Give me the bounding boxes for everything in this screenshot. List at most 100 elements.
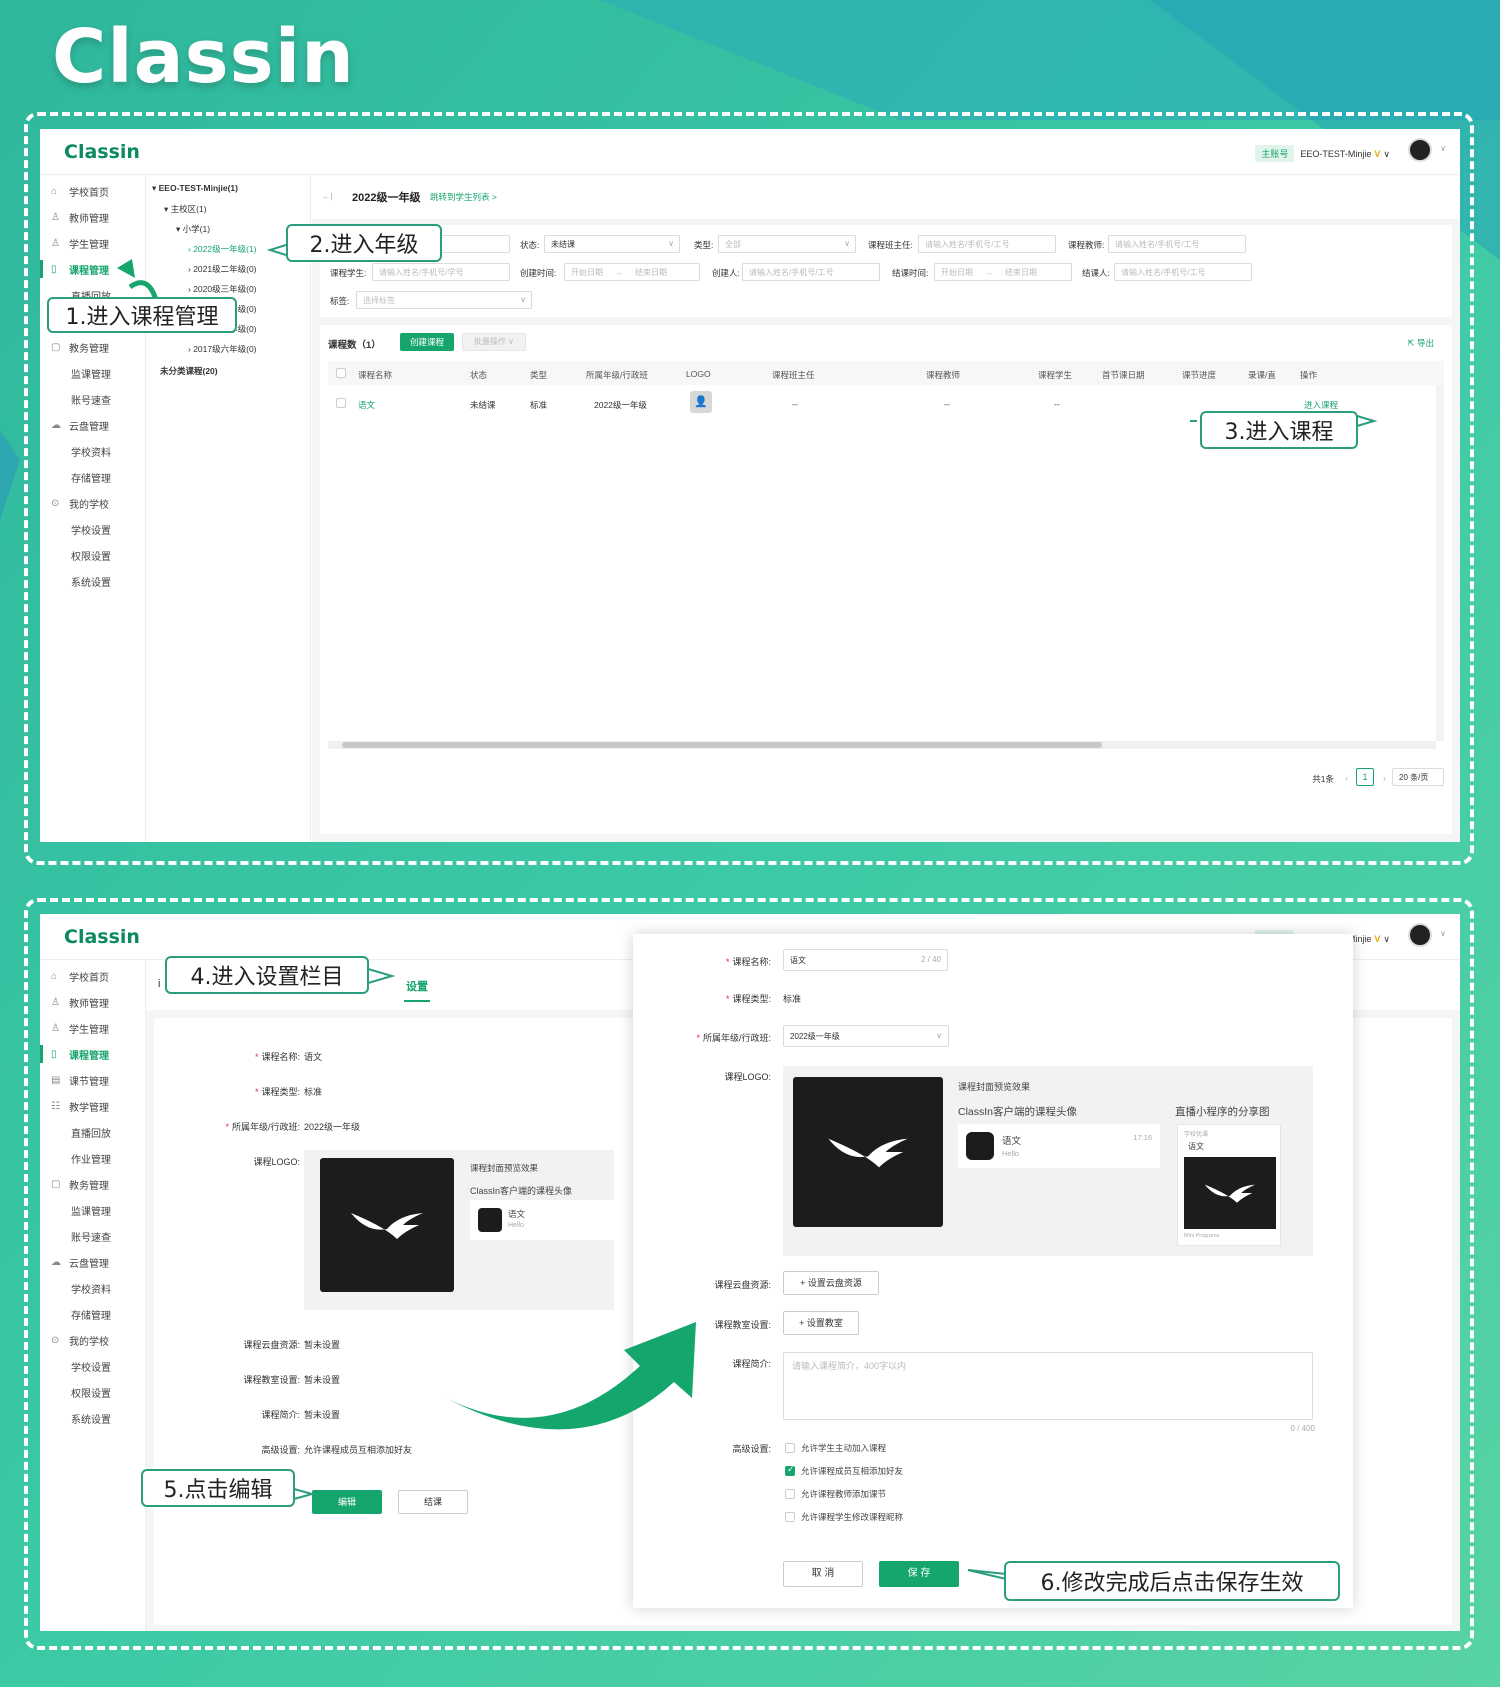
- sidebar-item[interactable]: 系统设置: [71, 1410, 111, 1426]
- sidebar-item[interactable]: 存储管理: [71, 469, 111, 485]
- sidebar-item[interactable]: ☷ 教学管理: [51, 1098, 109, 1114]
- student-list-link[interactable]: 跳转到学生列表 >: [430, 191, 497, 203]
- head-teacher-input[interactable]: 请输入姓名/手机号/工号: [918, 235, 1056, 253]
- sidebar-item[interactable]: ♙ 学生管理: [51, 235, 109, 251]
- tree-grade-2017[interactable]: › 2017级六年级(0): [188, 343, 257, 355]
- sidebar-item[interactable]: ♙ 教师管理: [51, 994, 109, 1010]
- sidebar-item[interactable]: 直播回放: [71, 1124, 111, 1140]
- sidebar-item[interactable]: 存储管理: [71, 1306, 111, 1322]
- mini-program-card: 学校优课 语文 Mini Programs: [1177, 1124, 1281, 1246]
- sidebar-item[interactable]: ♙ 学生管理: [51, 1020, 109, 1036]
- edit-intro-textarea[interactable]: 请输入课程简介，400字以内: [783, 1352, 1313, 1420]
- sidebar-item[interactable]: ⊙ 我的学校: [51, 1332, 109, 1348]
- create-course-button[interactable]: 创建课程: [400, 333, 454, 351]
- created-range[interactable]: 开始日期 → 结束日期: [564, 263, 700, 281]
- tab-prefix[interactable]: i: [158, 978, 160, 990]
- account-menu[interactable]: 主账号 EEO-TEST-MinjieV∨: [1255, 145, 1390, 162]
- sidebar-item[interactable]: ⌂ 学校首页: [51, 968, 109, 984]
- closer-input[interactable]: 请输入姓名/手机号/工号: [1114, 263, 1252, 281]
- batch-action-button[interactable]: 批量操作 ∨: [462, 333, 526, 351]
- sidebar-item-label: 权限设置: [71, 1388, 111, 1400]
- sidebar-item[interactable]: 学校设置: [71, 1358, 111, 1374]
- sidebar-item[interactable]: 系统设置: [71, 573, 111, 589]
- avatar[interactable]: [1408, 138, 1432, 162]
- sidebar-item[interactable]: 账号速查: [71, 1228, 111, 1244]
- edit-grade-select[interactable]: 2022级一年级 ∨: [783, 1025, 949, 1047]
- option-add-friends-checkbox[interactable]: ✓: [785, 1464, 795, 1476]
- tree-campus[interactable]: ▾ 主校区(1): [164, 203, 207, 215]
- sidebar-item[interactable]: ▢ 教务管理: [51, 1176, 109, 1192]
- tab-settings[interactable]: 设置: [406, 978, 428, 994]
- sidebar-item[interactable]: ♙ 教师管理: [51, 209, 109, 225]
- option-allow-join-checkbox[interactable]: [785, 1443, 795, 1453]
- tree-unclassified[interactable]: 未分类课程(20): [160, 365, 218, 377]
- prev-page-icon[interactable]: ‹: [1345, 773, 1348, 783]
- tree-root[interactable]: ▾ EEO-TEST-Minjie(1): [152, 183, 238, 194]
- sidebar-item[interactable]: 监课管理: [71, 365, 111, 381]
- set-cloud-button[interactable]: + 设置云盘资源: [783, 1271, 879, 1295]
- sidebar-item[interactable]: 学校设置: [71, 521, 111, 537]
- export-button[interactable]: ⇱ 导出: [1407, 337, 1434, 349]
- sidebar-item[interactable]: ▤ 课节管理: [51, 1072, 109, 1088]
- tree-grade-2020[interactable]: › 2020级三年级(0): [188, 283, 257, 295]
- sidebar-item[interactable]: 账号速查: [71, 391, 111, 407]
- column-header: 首节课日期: [1102, 370, 1145, 380]
- course-name-cell[interactable]: 语文: [358, 399, 375, 411]
- closed-range[interactable]: 开始日期 → 结束日期: [934, 263, 1072, 281]
- horizontal-scrollbar[interactable]: [328, 741, 1436, 749]
- sidebar-item[interactable]: ⊙ 我的学校: [51, 495, 109, 511]
- tree-school[interactable]: ▾ 小学(1): [176, 223, 210, 235]
- next-page-icon[interactable]: ›: [1383, 773, 1386, 783]
- select-all-checkbox[interactable]: [336, 368, 346, 378]
- edit-course-name-label: * 课程名称:: [725, 957, 771, 967]
- type-select[interactable]: 全部 ∨: [718, 235, 856, 253]
- close-course-button[interactable]: 结课: [398, 1490, 468, 1514]
- sidebar-item-label: 学校资料: [71, 447, 111, 459]
- sidebar-item[interactable]: ☁ 云盘管理: [51, 1254, 109, 1270]
- classin-bird-icon: [828, 1138, 908, 1168]
- tree-grade-2021[interactable]: › 2021级二年级(0): [188, 263, 257, 275]
- app-logo: Classin: [64, 926, 140, 948]
- tree-grade-2022[interactable]: › 2022级一年级(1): [188, 243, 257, 255]
- edit-course-name-input[interactable]: 语文 2 / 40: [783, 949, 948, 971]
- chevron-down-icon[interactable]: ∨: [1440, 929, 1446, 938]
- back-icon[interactable]: ←|: [322, 191, 333, 201]
- sidebar-item[interactable]: ☁ 云盘管理: [51, 417, 109, 433]
- student-input[interactable]: 请输入姓名/手机号/学号: [372, 263, 510, 281]
- cancel-button[interactable]: 取 消: [783, 1561, 863, 1587]
- set-room-button[interactable]: + 设置教室: [783, 1311, 859, 1335]
- page-header: ←| 2022级一年级 跳转到学生列表 >: [312, 175, 1460, 219]
- save-button[interactable]: 保 存: [879, 1561, 959, 1587]
- chevron-down-icon[interactable]: ∨: [1440, 144, 1446, 153]
- sidebar-item[interactable]: ▢ 教务管理: [51, 339, 109, 355]
- teacher-input[interactable]: 请输入姓名/手机号/工号: [1108, 235, 1246, 253]
- sidebar-item-label: 教师管理: [69, 998, 109, 1010]
- sidebar-item[interactable]: 权限设置: [71, 1384, 111, 1400]
- status-select[interactable]: 未结课 ∨: [544, 235, 680, 253]
- sidebar-item[interactable]: ▯ 课程管理: [51, 1046, 109, 1062]
- sidebar-item[interactable]: 监课管理: [71, 1202, 111, 1218]
- page-1-button[interactable]: 1: [1356, 768, 1374, 786]
- sidebar-item[interactable]: 学校资料: [71, 443, 111, 459]
- sidebar-item[interactable]: ⌂ 学校首页: [51, 183, 109, 199]
- creator-input[interactable]: 请输入姓名/手机号/工号: [742, 263, 880, 281]
- vertical-scrollbar[interactable]: [1436, 385, 1444, 741]
- tag-select[interactable]: 选择标签 ∨: [356, 291, 532, 309]
- edit-button[interactable]: 编辑: [312, 1490, 382, 1514]
- sidebar-item-label: 作业管理: [71, 1154, 111, 1166]
- option-student-nickname-checkbox[interactable]: [785, 1512, 795, 1522]
- avatar[interactable]: [1408, 923, 1432, 947]
- sidebar-item[interactable]: ▯ 课程管理: [51, 261, 109, 277]
- intro-label: 课程简介:: [261, 1410, 300, 1420]
- row-checkbox[interactable]: [336, 398, 346, 408]
- preview-title: 课程封面预览效果: [470, 1163, 539, 1173]
- sidebar-item[interactable]: 权限设置: [71, 547, 111, 563]
- sidebar-item[interactable]: 作业管理: [71, 1150, 111, 1166]
- grade-cell: 2022级一年级: [594, 400, 647, 410]
- sidebar-item-label: 监课管理: [71, 1206, 111, 1218]
- edit-course-logo-image[interactable]: [793, 1077, 943, 1227]
- page-size-select[interactable]: 20 条/页: [1392, 768, 1444, 786]
- sidebar-item[interactable]: 学校资料: [71, 1280, 111, 1296]
- option-teacher-add-lesson-checkbox[interactable]: [785, 1489, 795, 1499]
- enter-course-link[interactable]: 进入课程: [1304, 399, 1338, 411]
